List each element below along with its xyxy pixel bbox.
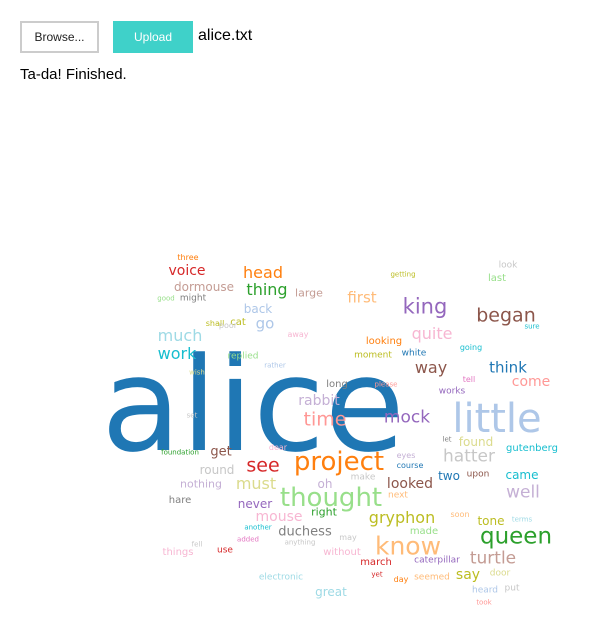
word-queen: queen	[479, 523, 553, 550]
word-things: things	[162, 547, 194, 558]
word-march: march	[360, 557, 392, 568]
word-large: large	[295, 286, 323, 300]
word-duchess: duchess	[278, 524, 332, 540]
word-mouse: mouse	[255, 509, 303, 525]
word-added: added	[237, 535, 259, 544]
word-two: two	[438, 469, 460, 483]
word-cloud: alice little project thought know queen king be…	[0, 0, 613, 619]
word-course: course	[396, 461, 424, 470]
word-tone: tone	[477, 514, 505, 528]
word-electronic: electronic	[258, 572, 304, 583]
word-sure: sure	[524, 322, 540, 331]
word-look: look	[498, 260, 518, 271]
word-took: took	[476, 598, 492, 607]
word-put: put	[504, 583, 520, 594]
word-rather: rather	[264, 361, 286, 370]
word-time: time	[303, 408, 347, 431]
word-get: get	[210, 444, 232, 460]
word-away: away	[287, 330, 309, 339]
word-quite: quite	[411, 324, 453, 343]
word-looking: looking	[365, 336, 403, 347]
word-say: say	[455, 567, 481, 583]
word-use: use	[217, 545, 233, 556]
word-little: little	[452, 396, 542, 442]
word-made: made	[409, 526, 439, 537]
word-great: great	[315, 585, 347, 599]
word-project: project	[293, 447, 385, 477]
word-last: last	[487, 273, 507, 284]
word-foundation: foundation	[161, 448, 199, 457]
word-moment: moment	[354, 350, 392, 361]
word-going: going	[459, 343, 483, 352]
word-come: come	[511, 374, 551, 390]
word-make: make	[350, 472, 376, 483]
word-go: go	[255, 314, 275, 333]
word-gutenberg: gutenberg	[506, 443, 558, 454]
word-turtle: turtle	[469, 548, 517, 569]
word-well: well	[506, 482, 540, 503]
word-getting: getting	[390, 270, 416, 279]
word-much: much	[157, 326, 203, 345]
word-please: please	[374, 380, 398, 389]
word-hatter: hatter	[443, 446, 495, 467]
word-first: first	[347, 288, 377, 307]
word-mock: mock	[383, 407, 431, 428]
word-poor: poor	[218, 321, 238, 330]
word-thing: thing	[246, 280, 288, 299]
word-head: head	[243, 263, 283, 282]
word-set: set	[186, 411, 198, 420]
word-work: work	[157, 344, 197, 363]
word-way: way	[414, 358, 448, 377]
word-fell: fell	[191, 540, 203, 549]
word-never: never	[237, 497, 273, 511]
word-oh: oh	[317, 477, 333, 491]
word-must: must	[235, 474, 277, 493]
word-found: found	[458, 435, 494, 449]
word-round: round	[199, 463, 235, 477]
word-may: may	[339, 533, 357, 542]
word-gryphon: gryphon	[368, 508, 436, 527]
word-see: see	[246, 454, 280, 477]
word-rabbit: rabbit	[298, 393, 340, 409]
word-replied: replied	[227, 351, 259, 362]
word-anything: anything	[284, 538, 316, 547]
word-wish: wish	[189, 368, 205, 377]
word-white: white	[401, 348, 427, 359]
word-without: without	[323, 547, 361, 558]
word-looked: looked	[386, 476, 434, 492]
word-soon: soon	[450, 510, 470, 519]
word-might: might	[179, 293, 207, 304]
word-next: next	[388, 490, 408, 501]
word-voice: voice	[168, 263, 206, 279]
word-dear: dear	[268, 443, 288, 452]
word-three: three	[177, 253, 199, 262]
word-another: another	[244, 523, 272, 532]
word-king: king	[402, 294, 448, 319]
word-hare: hare	[168, 495, 192, 506]
word-long: long	[326, 379, 348, 390]
word-let: let	[442, 435, 452, 444]
word-heard: heard	[471, 585, 499, 596]
word-right: right	[311, 505, 337, 519]
word-day: day	[393, 575, 409, 584]
word-good: good	[157, 294, 175, 303]
word-dormouse: dormouse	[174, 280, 234, 294]
word-eyes: eyes	[396, 451, 416, 460]
word-terms: terms	[511, 515, 533, 524]
word-yet: yet	[371, 570, 383, 579]
word-upon: upon	[466, 469, 490, 480]
word-came: came	[505, 468, 539, 482]
word-caterpillar: caterpillar	[414, 555, 460, 566]
word-door: door	[489, 568, 511, 579]
word-back: back	[243, 302, 273, 316]
word-tell: tell	[462, 375, 476, 384]
word-nothing: nothing	[180, 477, 222, 491]
word-seemed: seemed	[414, 572, 450, 583]
word-works: works	[438, 386, 466, 397]
